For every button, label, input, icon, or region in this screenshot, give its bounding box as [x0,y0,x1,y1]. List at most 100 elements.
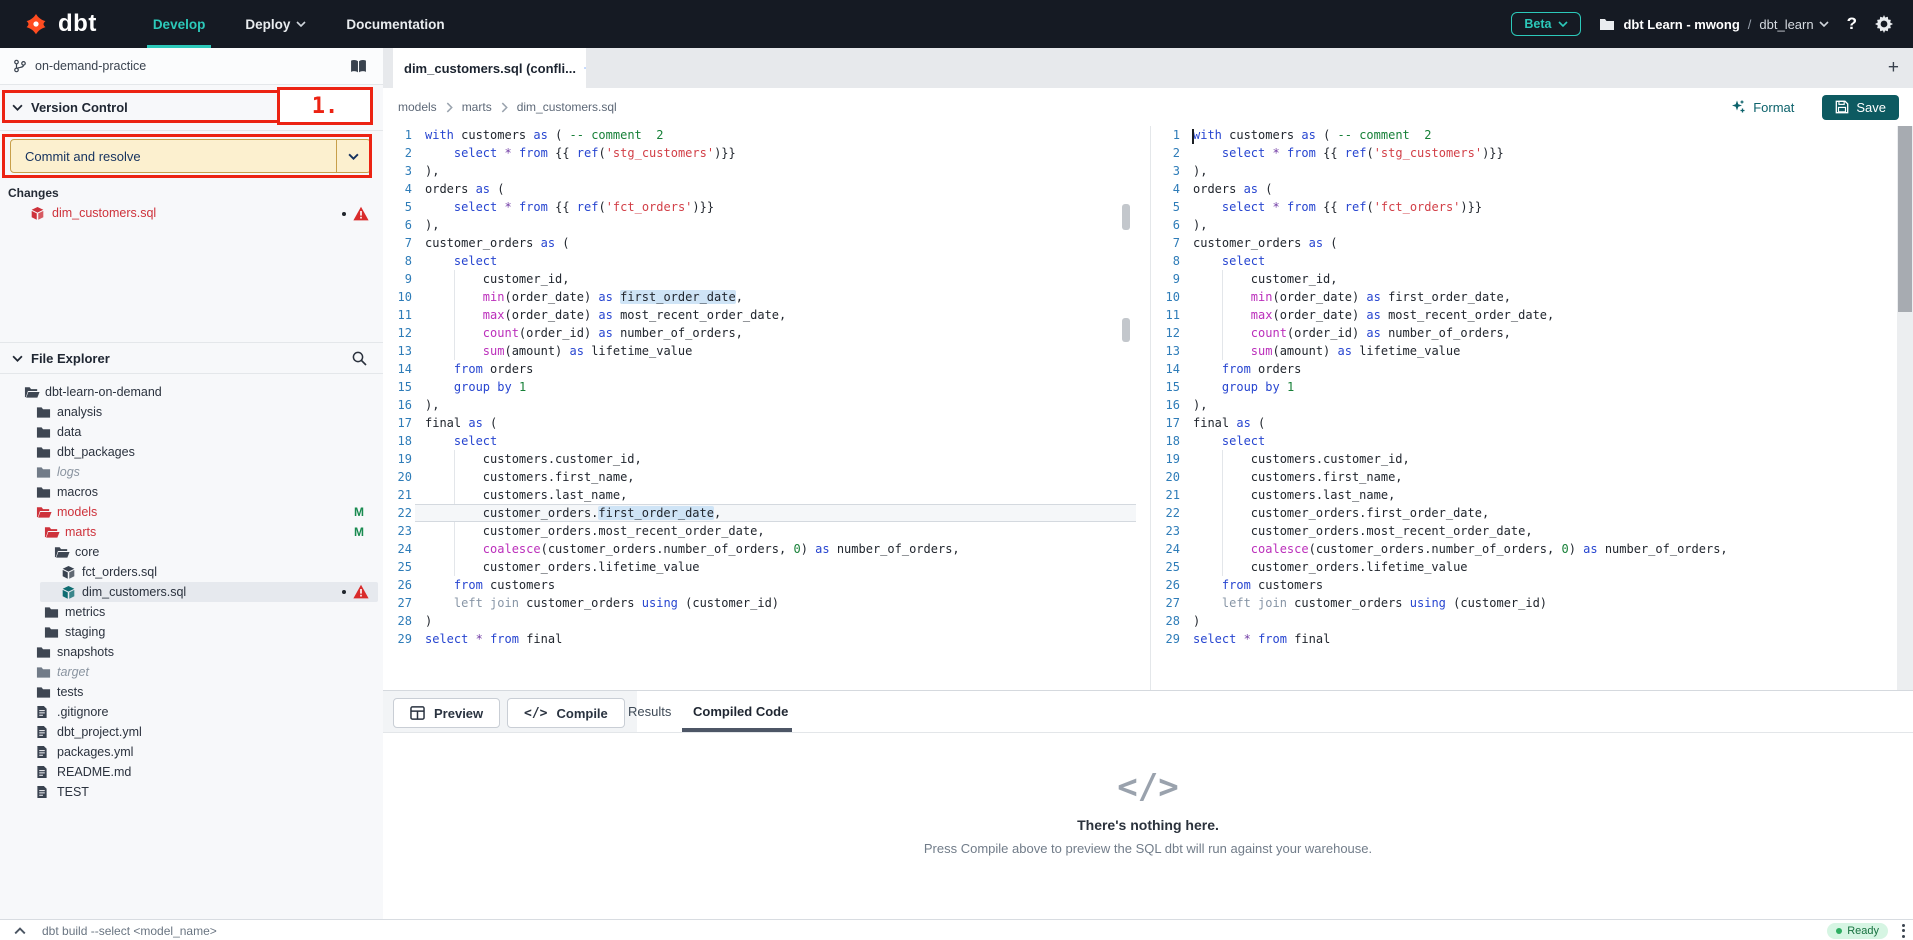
gear-icon[interactable] [1875,15,1893,33]
code-line[interactable]: 6), [383,216,1136,234]
tree-item-analysis[interactable]: analysis [0,402,383,422]
tree-item-data[interactable]: data [0,422,383,442]
search-icon[interactable] [351,350,367,366]
tree-item-dbt_project.yml[interactable]: dbt_project.yml [0,722,383,742]
branch-name[interactable]: on-demand-practice [35,59,146,73]
code-line[interactable]: 23 customer_orders.most_recent_order_dat… [1152,522,1897,540]
changed-file-dim_customers.sql[interactable]: dim_customers.sql [0,202,383,226]
tree-item-dbt-learn-on-demand[interactable]: dbt-learn-on-demand [0,382,383,402]
code-line[interactable]: 16), [1152,396,1897,414]
code-line[interactable]: 22 customer_orders.first_order_date, [383,504,1136,522]
code-line[interactable]: 15 group by 1 [383,378,1136,396]
code-line[interactable]: 28) [383,612,1136,630]
code-line[interactable]: 25 customer_orders.lifetime_value [1152,558,1897,576]
code-line[interactable]: 14 from orders [1152,360,1897,378]
code-line[interactable]: 20 customers.first_name, [1152,468,1897,486]
dbt-logo[interactable]: dbt [22,10,97,38]
code-line[interactable]: 26 from customers [383,576,1136,594]
code-line[interactable]: 2 select * from {{ ref('stg_customers')}… [1152,144,1897,162]
code-line[interactable]: 13 sum(amount) as lifetime_value [383,342,1136,360]
code-line[interactable]: 12 count(order_id) as number_of_orders, [1152,324,1897,342]
file-explorer-header[interactable]: File Explorer [0,342,383,374]
kebab-menu-icon[interactable] [1902,924,1905,938]
new-tab-button[interactable]: + [1888,57,1899,79]
tree-item-.gitignore[interactable]: .gitignore [0,702,383,722]
project-selector[interactable]: dbt_learn [1759,17,1828,32]
tree-item-snapshots[interactable]: snapshots [0,642,383,662]
code-line[interactable]: 28) [1152,612,1897,630]
commit-dropdown-button[interactable] [337,139,371,173]
compile-button[interactable]: </> Compile [507,698,625,728]
code-line[interactable]: 14 from orders [383,360,1136,378]
code-line[interactable]: 3), [1152,162,1897,180]
tree-item-dbt_packages[interactable]: dbt_packages [0,442,383,462]
code-line[interactable]: 18 select [1152,432,1897,450]
code-line[interactable]: 17final as ( [1152,414,1897,432]
tab-results[interactable]: Results [628,691,671,732]
help-icon[interactable]: ? [1847,14,1857,34]
code-line[interactable]: 9 customer_id, [1152,270,1897,288]
docs-book-icon[interactable] [350,59,367,74]
tree-item-models[interactable]: modelsM [0,502,383,522]
code-line[interactable]: 11 max(order_date) as most_recent_order_… [1152,306,1897,324]
code-line[interactable]: 1with customers as ( -- comment 2 [383,126,1136,144]
code-line[interactable]: 10 min(order_date) as first_order_date, [1152,288,1897,306]
tree-item-metrics[interactable]: metrics [0,602,383,622]
code-line[interactable]: 7customer_orders as ( [383,234,1136,252]
preview-button[interactable]: Preview [393,698,500,728]
code-line[interactable]: 20 customers.first_name, [383,468,1136,486]
save-button[interactable]: Save [1822,95,1899,120]
code-line[interactable]: 1with customers as ( -- comment 2 [1152,126,1897,144]
left-pane-scroll-marker[interactable] [1122,204,1130,230]
code-line[interactable]: 21 customers.last_name, [1152,486,1897,504]
nav-deploy[interactable]: Deploy [225,0,326,48]
code-line[interactable]: 27 left join customer_orders using (cust… [1152,594,1897,612]
command-input[interactable]: dbt build --select <model_name> [42,924,217,938]
tree-item-README.md[interactable]: README.md [0,762,383,782]
code-line[interactable]: 25 customer_orders.lifetime_value [383,558,1136,576]
code-line[interactable]: 18 select [383,432,1136,450]
nav-develop[interactable]: Develop [133,0,226,48]
tab-compiled-code[interactable]: Compiled Code [693,691,788,732]
code-line[interactable]: 7customer_orders as ( [1152,234,1897,252]
code-line[interactable]: 13 sum(amount) as lifetime_value [1152,342,1897,360]
left-pane-scroll-marker[interactable] [1122,318,1130,342]
tree-item-tests[interactable]: tests [0,682,383,702]
code-editor-right[interactable]: 1with customers as ( -- comment 22 selec… [1152,126,1897,690]
format-button[interactable]: Format [1730,99,1794,115]
tree-item-core[interactable]: core [0,542,383,562]
code-line[interactable]: 12 count(order_id) as number_of_orders, [383,324,1136,342]
nav-documentation[interactable]: Documentation [326,0,464,48]
code-line[interactable]: 23 customer_orders.most_recent_order_dat… [383,522,1136,540]
tree-item-packages.yml[interactable]: packages.yml [0,742,383,762]
account-name[interactable]: dbt Learn - mwong [1623,17,1739,32]
code-line[interactable]: 10 min(order_date) as first_order_date, [383,288,1136,306]
code-line[interactable]: 24 coalesce(customer_orders.number_of_or… [1152,540,1897,558]
code-line[interactable]: 16), [383,396,1136,414]
code-line[interactable]: 29select * from final [383,630,1136,648]
code-line[interactable]: 3), [383,162,1136,180]
breadcrumb-item-models[interactable]: models [398,100,437,114]
code-line[interactable]: 5 select * from {{ ref('fct_orders')}} [1152,198,1897,216]
code-line[interactable]: 8 select [383,252,1136,270]
tree-item-fct_orders.sql[interactable]: fct_orders.sql [0,562,383,582]
tree-item-marts[interactable]: martsM [0,522,383,542]
code-line[interactable]: 27 left join customer_orders using (cust… [383,594,1136,612]
code-line[interactable]: 2 select * from {{ ref('stg_customers')}… [383,144,1136,162]
tree-item-macros[interactable]: macros [0,482,383,502]
code-line[interactable]: 29select * from final [1152,630,1897,648]
code-line[interactable]: 21 customers.last_name, [383,486,1136,504]
code-line[interactable]: 5 select * from {{ ref('fct_orders')}} [383,198,1136,216]
code-line[interactable]: 11 max(order_date) as most_recent_order_… [383,306,1136,324]
tree-item-staging[interactable]: staging [0,622,383,642]
code-line[interactable]: 22 customer_orders.first_order_date, [1152,504,1897,522]
breadcrumb-item-dim_customers.sql[interactable]: dim_customers.sql [517,100,617,114]
scrollbar-thumb[interactable] [1898,126,1912,312]
chevron-up-icon[interactable] [14,927,26,935]
code-line[interactable]: 15 group by 1 [1152,378,1897,396]
code-line[interactable]: 4orders as ( [1152,180,1897,198]
tree-item-target[interactable]: target [0,662,383,682]
tab-dim-customers[interactable]: dim_customers.sql (confli... [393,48,586,88]
code-line[interactable]: 19 customers.customer_id, [1152,450,1897,468]
code-line[interactable]: 4orders as ( [383,180,1136,198]
